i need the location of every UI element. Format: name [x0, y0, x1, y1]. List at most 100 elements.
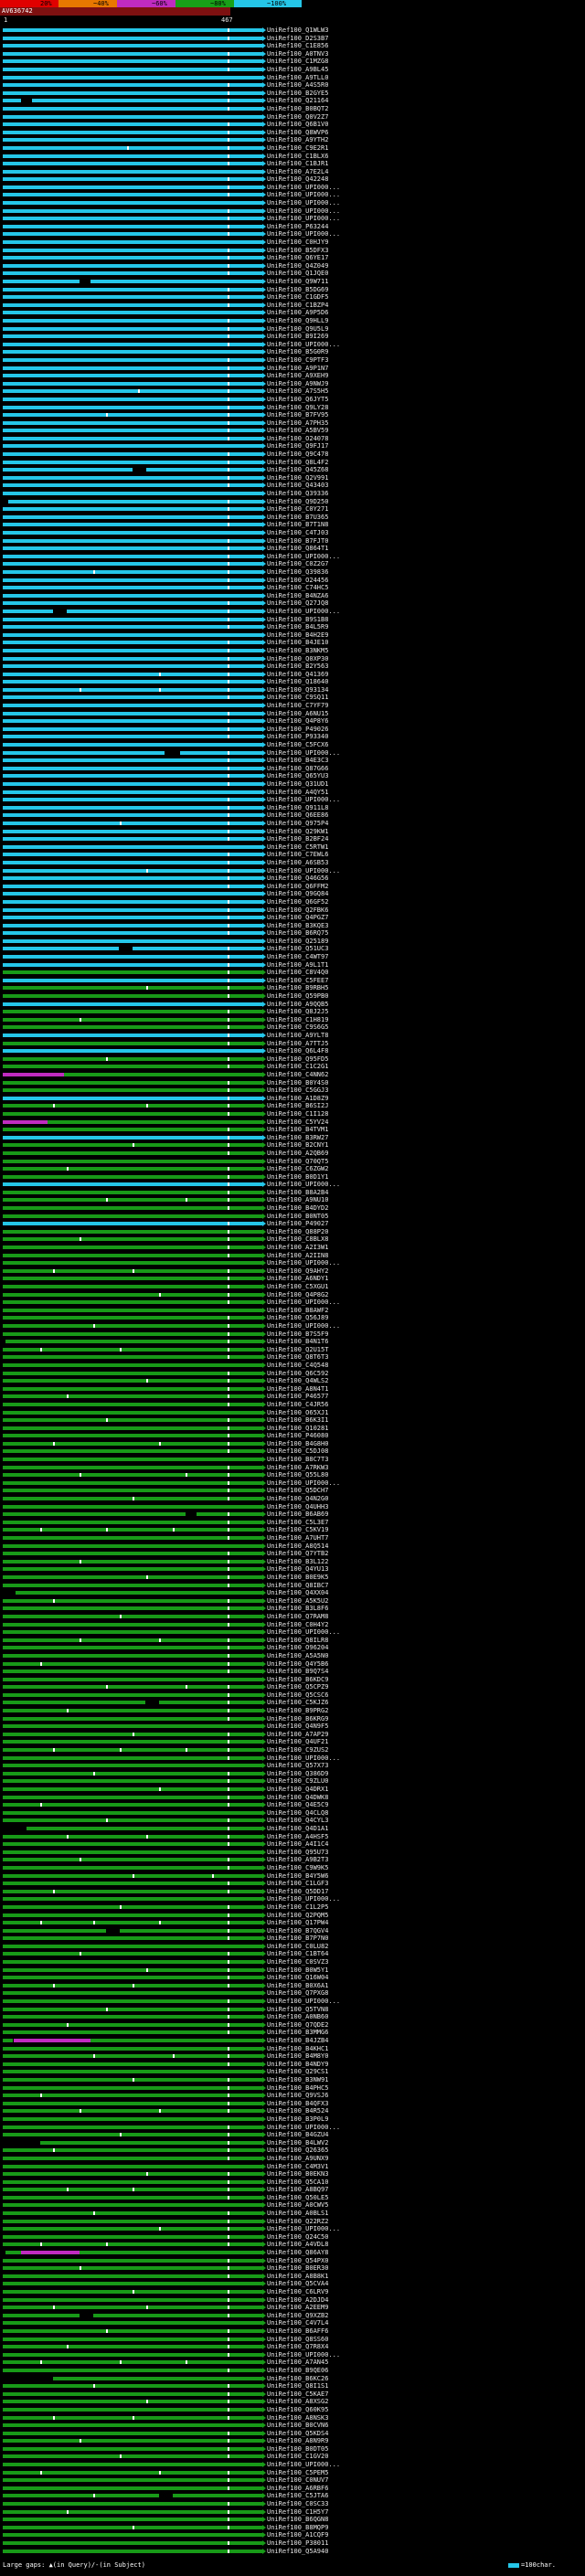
- hit-label[interactable]: UniRef100_C5KV19: [267, 1526, 328, 1534]
- hit-label[interactable]: UniRef100_Q5CVA4: [267, 2280, 328, 2288]
- hit-bar[interactable]: [0, 969, 267, 977]
- hit-bar-segment[interactable]: [2, 1960, 263, 1965]
- hit-bar-segment[interactable]: [2, 287, 263, 292]
- hit-bar[interactable]: [0, 1597, 267, 1606]
- hit-bar[interactable]: [0, 1880, 267, 1888]
- hit-row[interactable]: UniRef100_B3P0L9: [0, 2115, 585, 2124]
- hit-bar-segment[interactable]: [2, 44, 263, 48]
- hit-bar-segment[interactable]: [2, 1574, 263, 1579]
- hit-row[interactable]: UniRef100_Q9LY28: [0, 404, 585, 412]
- hit-bar[interactable]: [0, 875, 267, 883]
- hit-row[interactable]: UniRef100_C4WT97: [0, 953, 585, 961]
- hit-bar[interactable]: [0, 2485, 267, 2493]
- hit-row[interactable]: UniRef100_UPI000...: [0, 207, 585, 216]
- hit-bar[interactable]: [0, 1330, 267, 1339]
- hit-bar-segment[interactable]: [2, 1434, 263, 1438]
- hit-row[interactable]: UniRef100_C5JTA6: [0, 2492, 585, 2500]
- hit-label[interactable]: UniRef100_Q9GQ84: [267, 890, 328, 898]
- hit-bar-segment[interactable]: [2, 1850, 263, 1854]
- hit-bar[interactable]: [0, 1495, 267, 1503]
- hit-bar[interactable]: [0, 906, 267, 915]
- hit-row[interactable]: UniRef100_B6SI2J: [0, 1102, 585, 1110]
- hit-bar-segment[interactable]: [2, 1308, 263, 1312]
- hit-bar-segment[interactable]: [2, 1135, 263, 1140]
- hit-bar[interactable]: [0, 796, 267, 804]
- hit-bar[interactable]: [0, 1244, 267, 1252]
- hit-row[interactable]: UniRef100_Q5CA10: [0, 2178, 585, 2187]
- hit-label[interactable]: UniRef100_Q864T1: [267, 545, 328, 553]
- hit-row[interactable]: UniRef100_Q54PX0: [0, 2257, 585, 2265]
- hit-bar-segment[interactable]: [2, 2352, 263, 2357]
- hit-row[interactable]: UniRef100_B0X6A1: [0, 1982, 585, 1990]
- hit-label[interactable]: UniRef100_A9P1N7: [267, 365, 328, 373]
- hit-label[interactable]: UniRef100_C5JTA6: [267, 2492, 328, 2500]
- hit-bar[interactable]: [0, 1895, 267, 1903]
- hit-bar-segment[interactable]: [2, 1842, 263, 1847]
- hit-row[interactable]: UniRef100_Q386D9: [0, 1770, 585, 1778]
- hit-bar-segment[interactable]: [2, 578, 263, 582]
- hit-bar[interactable]: [0, 757, 267, 765]
- hit-row[interactable]: UniRef100_C4V7L4: [0, 2319, 585, 2327]
- hit-row[interactable]: UniRef100_C6LRV9: [0, 2288, 585, 2296]
- hit-row[interactable]: UniRef100_Q29CS1: [0, 2068, 585, 2076]
- hit-row[interactable]: UniRef100_B0CVN6: [0, 2422, 585, 2430]
- hit-bar[interactable]: [0, 1071, 267, 1079]
- hit-bar-segment[interactable]: [2, 2266, 263, 2271]
- hit-row[interactable]: UniRef100_P38011: [0, 2539, 585, 2548]
- hit-bar-segment[interactable]: [2, 2125, 263, 2129]
- hit-bar-segment[interactable]: [2, 436, 263, 440]
- hit-label[interactable]: UniRef100_C5RTW1: [267, 843, 328, 852]
- hit-label[interactable]: UniRef100_Q6EE86: [267, 811, 328, 820]
- hit-bar[interactable]: [0, 1181, 267, 1189]
- hit-bar[interactable]: [0, 1095, 267, 1103]
- hit-row[interactable]: UniRef100_C8V4Q0: [0, 969, 585, 977]
- hit-bar-segment[interactable]: [2, 2062, 263, 2066]
- hit-bar-segment[interactable]: [53, 2376, 263, 2380]
- hit-row[interactable]: UniRef100_Q5DCH7: [0, 1487, 585, 1495]
- hit-bar[interactable]: [0, 1526, 267, 1534]
- hit-bar-segment[interactable]: [27, 1826, 263, 1830]
- hit-row[interactable]: UniRef100_B4G8H0: [0, 1440, 585, 1448]
- hit-bar-segment[interactable]: [2, 2101, 263, 2105]
- hit-bar[interactable]: [0, 1409, 267, 1417]
- hit-bar-segment[interactable]: [2, 201, 263, 206]
- hit-label[interactable]: UniRef100_B7P7N0: [267, 1935, 328, 1943]
- hit-label[interactable]: UniRef100_A4HSF5: [267, 1833, 328, 1841]
- hit-bar-segment[interactable]: [2, 1834, 263, 1839]
- hit-label[interactable]: UniRef100_C9ZUS2: [267, 1746, 328, 1754]
- hit-bar[interactable]: [0, 1974, 267, 1982]
- hit-bar[interactable]: [0, 1903, 267, 1912]
- hit-row[interactable]: UniRef100_B4QFX3: [0, 2100, 585, 2108]
- hit-label[interactable]: UniRef100_B9I269: [267, 333, 328, 341]
- hit-label[interactable]: UniRef100_P93340: [267, 733, 328, 741]
- hit-bar-segment[interactable]: [2, 569, 263, 574]
- hit-bar[interactable]: [0, 1118, 267, 1127]
- hit-bar[interactable]: [0, 129, 267, 137]
- hit-row[interactable]: UniRef100_B4GZU4: [0, 2131, 585, 2139]
- hit-bar[interactable]: [0, 168, 267, 176]
- hit-label[interactable]: UniRef100_Q2FBK6: [267, 906, 328, 915]
- hit-row[interactable]: UniRef100_UPI000...: [0, 1628, 585, 1637]
- hit-label[interactable]: UniRef100_A6NU15: [267, 710, 328, 718]
- hit-bar-segment[interactable]: [92, 2313, 263, 2317]
- hit-row[interactable]: UniRef100_Q45Z68: [0, 466, 585, 474]
- hit-row[interactable]: UniRef100_Q2FBK6: [0, 906, 585, 915]
- hit-label[interactable]: UniRef100_UPI000...: [267, 1322, 340, 1330]
- hit-label[interactable]: UniRef100_B4JZB4: [267, 2037, 328, 2045]
- hit-row[interactable]: UniRef100_Q26365: [0, 2147, 585, 2155]
- hit-row[interactable]: UniRef100_C1GDF5: [0, 293, 585, 302]
- hit-row[interactable]: UniRef100_A9YLT8: [0, 1032, 585, 1040]
- hit-bar[interactable]: [0, 239, 267, 247]
- hit-label[interactable]: UniRef100_A8N4T1: [267, 1385, 328, 1394]
- hit-bar-segment[interactable]: [2, 75, 263, 80]
- hit-row[interactable]: UniRef100_Q4CYL3: [0, 1817, 585, 1825]
- hit-bar[interactable]: [0, 356, 267, 365]
- hit-label[interactable]: UniRef100_Q95U73: [267, 1849, 328, 1857]
- hit-row[interactable]: UniRef100_Q51UC3: [0, 945, 585, 953]
- hit-bar[interactable]: [0, 2186, 267, 2194]
- hit-row[interactable]: UniRef100_B6QGN8: [0, 2516, 585, 2524]
- hit-bar-segment[interactable]: [2, 1362, 263, 1367]
- hit-label[interactable]: UniRef100_Q4YU13: [267, 1565, 328, 1574]
- hit-row[interactable]: UniRef100_Q4WLS2: [0, 1377, 585, 1385]
- hit-row[interactable]: UniRef100_Q6YE17: [0, 254, 585, 262]
